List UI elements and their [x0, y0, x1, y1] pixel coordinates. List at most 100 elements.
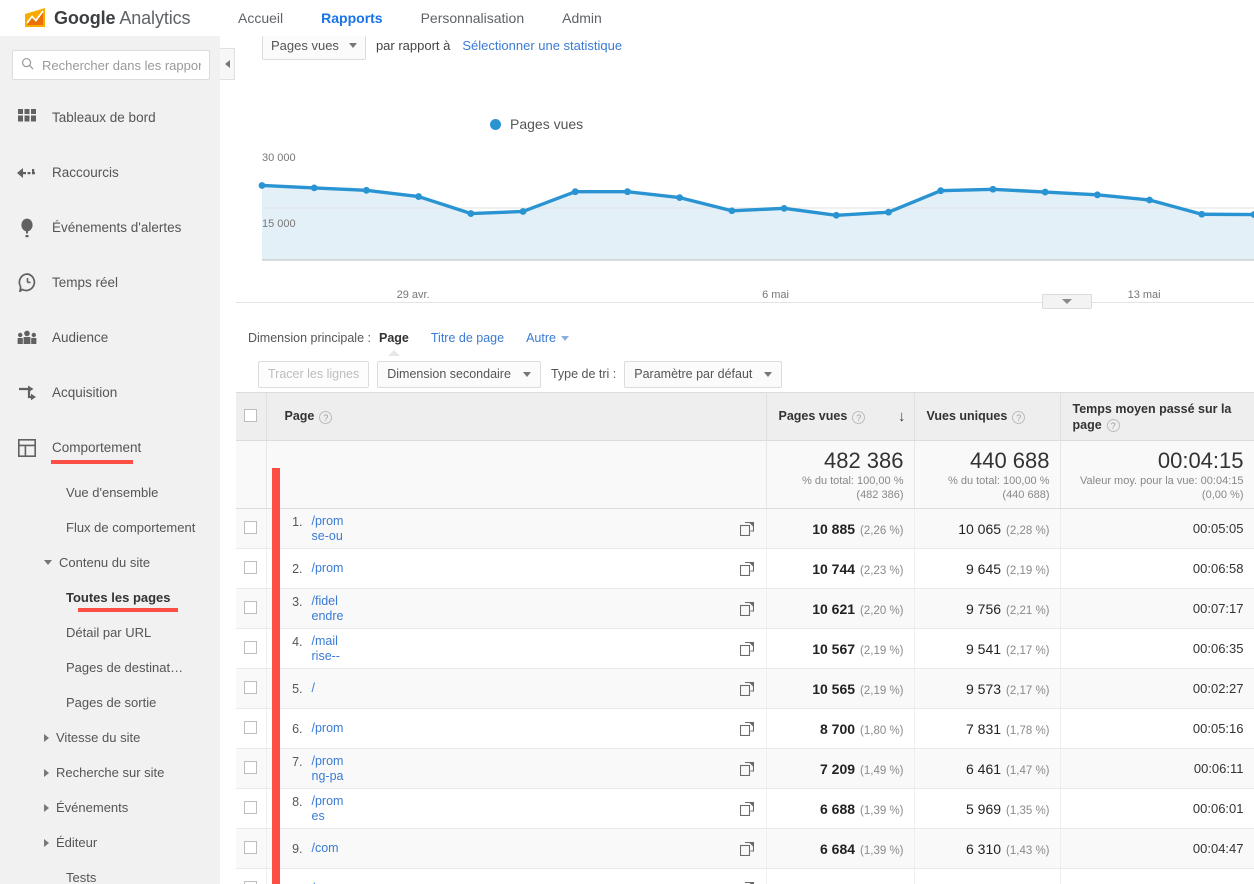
- table-row[interactable]: 2. /prom 10 744 (2,23 %) 9 645 (2,19 %) 00:06:…: [236, 548, 1254, 589]
- top-nav-accueil[interactable]: Accueil: [238, 10, 283, 26]
- help-icon[interactable]: ?: [319, 410, 333, 424]
- pages-table: Page? Pages vues? ↓ Vues uniques? Temps …: [236, 392, 1254, 884]
- row-page-url[interactable]: /prom es: [312, 794, 344, 824]
- top-nav-rapports[interactable]: Rapports: [321, 10, 382, 26]
- sidebar-subitem-recherche-sur-site[interactable]: Recherche sur site: [0, 755, 220, 790]
- sidebar-item-audience[interactable]: Audience: [0, 310, 220, 365]
- row-checkbox[interactable]: [244, 800, 258, 814]
- brand[interactable]: Google Analytics: [24, 7, 220, 29]
- brand-light: Analytics: [115, 7, 191, 28]
- sidebar-item-temps-reel[interactable]: Temps réel: [0, 255, 220, 310]
- sidebar-subitem-flux-de-comportement[interactable]: Flux de comportement: [0, 510, 220, 545]
- metric-select-button[interactable]: Pages vues: [262, 36, 366, 60]
- table-row[interactable]: 6. /prom 8 700 (1,80 %) 7 831 (1,78 %) 00:05:1…: [236, 708, 1254, 749]
- select-all-checkbox[interactable]: [244, 408, 258, 422]
- dimension-tab-autre[interactable]: Autre: [526, 331, 569, 345]
- row-checkbox[interactable]: [244, 840, 258, 854]
- help-icon[interactable]: ?: [1012, 410, 1026, 424]
- open-in-new-icon[interactable]: [739, 761, 754, 779]
- table-row[interactable]: 5. / 10 565 (2,19 %) 9 573 (2,17 %) 00:02:27: [236, 668, 1254, 709]
- table-row[interactable]: 4. /mail rise-- 10 567 (2,19 %) 9 541 (2,17 %)…: [236, 628, 1254, 669]
- sidebar-subitem-contenu-du-site[interactable]: Contenu du site: [0, 545, 220, 580]
- row-page-url[interactable]: /prom se-ou: [312, 514, 344, 544]
- sidebar-item-raccourcis[interactable]: Raccourcis: [0, 145, 220, 200]
- sidebar-item-evenements-alertes[interactable]: Événements d'alertes: [0, 200, 220, 255]
- row-page-url[interactable]: /prom: [312, 721, 344, 736]
- row-checkbox[interactable]: [244, 520, 258, 534]
- open-in-new-icon[interactable]: [739, 681, 754, 699]
- row-page-url[interactable]: /prom: [312, 561, 344, 576]
- summary-pageviews-value: 482 386: [823, 447, 904, 473]
- row-pageviews-pct: (1,39 %): [860, 844, 904, 857]
- sidebar-subitem-pages-de-sortie[interactable]: Pages de sortie: [0, 685, 220, 720]
- sort-desc-arrow-icon[interactable]: ↓: [898, 408, 906, 425]
- row-unique-value: 9 573: [965, 680, 1002, 697]
- sidebar-collapse-button[interactable]: [220, 48, 235, 80]
- row-pageviews-cell: 8 700 (1,80 %): [766, 708, 915, 749]
- caret-right-icon: [44, 768, 49, 777]
- sidebar-subitem-toutes-les-pages[interactable]: Toutes les pages: [0, 580, 220, 615]
- dimension-tab-page[interactable]: Page: [379, 331, 409, 356]
- help-icon[interactable]: ?: [1106, 418, 1120, 432]
- column-header-avg-time[interactable]: Temps moyen passé sur la page?: [1060, 392, 1254, 441]
- sidebar-subitem-evenements[interactable]: Événements: [0, 790, 220, 825]
- row-checkbox[interactable]: [244, 720, 258, 734]
- open-in-new-icon[interactable]: [739, 841, 754, 859]
- sidebar-subitem-detail-par-url[interactable]: Détail par URL: [0, 615, 220, 650]
- pageviews-chart[interactable]: 30 000 15 000 29 avr. 6 mai 13 mai: [236, 142, 1254, 302]
- row-unique-value: 10 065: [958, 520, 1002, 537]
- table-row[interactable]: 8. /prom es 6 688 (1,39 %) 5 969 (1,35 %) 00:06…: [236, 788, 1254, 829]
- chart-xtick-6-mai: 6 mai: [762, 289, 789, 301]
- sidebar-item-tableaux-de-bord[interactable]: Tableaux de bord: [0, 90, 220, 145]
- row-page-url[interactable]: /prom ng-pa: [312, 754, 344, 784]
- open-in-new-icon[interactable]: [739, 641, 754, 659]
- row-page-url[interactable]: /: [312, 681, 315, 696]
- search-input[interactable]: [40, 56, 203, 74]
- row-checkbox[interactable]: [244, 560, 258, 574]
- table-row[interactable]: 7. /prom ng-pa 7 209 (1,49 %) 6 461 (1,47 %) 00…: [236, 748, 1254, 789]
- row-checkbox[interactable]: [244, 600, 258, 614]
- row-pageviews-cell: 7 209 (1,49 %): [766, 748, 915, 789]
- column-header-pageviews[interactable]: Pages vues? ↓: [766, 392, 915, 441]
- plot-rows-button[interactable]: Tracer les lignes: [258, 360, 370, 388]
- row-checkbox[interactable]: [244, 760, 258, 774]
- caret-right-icon: [44, 803, 49, 812]
- open-in-new-icon[interactable]: [739, 521, 754, 539]
- row-checkbox[interactable]: [244, 880, 258, 884]
- column-header-page[interactable]: Page?: [266, 392, 767, 441]
- row-page-url[interactable]: /com: [312, 841, 339, 856]
- chart-collapse-button[interactable]: [1042, 294, 1092, 309]
- row-checkbox[interactable]: [244, 680, 258, 694]
- sidebar-subitem-editeur[interactable]: Éditeur: [0, 825, 220, 860]
- sidebar-subitem-tests[interactable]: Tests: [0, 860, 220, 884]
- legend-label: Pages vues: [510, 116, 584, 132]
- table-row[interactable]: 1. /prom se-ou 10 885 (2,26 %) 10 065 (2,28 %)…: [236, 508, 1254, 549]
- sidebar-item-comportement[interactable]: Comportement: [0, 420, 220, 475]
- select-statistic-link[interactable]: Sélectionner une statistique: [462, 38, 622, 53]
- top-nav-personnalisation[interactable]: Personnalisation: [421, 10, 525, 26]
- sidebar-subitem-vitesse-du-site[interactable]: Vitesse du site: [0, 720, 220, 755]
- open-in-new-icon[interactable]: [739, 721, 754, 739]
- help-icon[interactable]: ?: [852, 410, 866, 424]
- row-page-url[interactable]: /fidel endre: [312, 594, 344, 624]
- row-page-url[interactable]: /mail rise--: [312, 634, 340, 664]
- sort-type-button[interactable]: Paramètre par défaut: [624, 360, 783, 388]
- table-row[interactable]: 9. /com 6 684 (1,39 %) 6 310 (1,43 %) 00:04:47: [236, 828, 1254, 869]
- search-box[interactable]: [12, 50, 210, 80]
- sidebar-subitem-vue-densemble[interactable]: Vue d'ensemble: [0, 475, 220, 510]
- table-row[interactable]: 10./e-ma6 472(1,34 %)5 864(1,33 %)00:06:…: [236, 868, 1254, 884]
- top-nav-admin[interactable]: Admin: [562, 10, 602, 26]
- row-checkbox[interactable]: [244, 640, 258, 654]
- open-in-new-icon[interactable]: [739, 561, 754, 579]
- row-check-cell: [236, 628, 267, 669]
- column-header-unique-views[interactable]: Vues uniques?: [914, 392, 1061, 441]
- open-in-new-icon[interactable]: [739, 601, 754, 619]
- open-in-new-icon[interactable]: [739, 801, 754, 819]
- table-row[interactable]: 3. /fidel endre 10 621 (2,20 %) 9 756 (2,21 %)…: [236, 588, 1254, 629]
- dimension-tab-titre-de-page[interactable]: Titre de page: [431, 331, 504, 345]
- sidebar-search-wrap: [0, 36, 220, 80]
- sidebar-subitem-pages-de-destination[interactable]: Pages de destinat…: [0, 650, 220, 685]
- sidebar-item-acquisition[interactable]: Acquisition: [0, 365, 220, 420]
- primary-dimension-label: Dimension principale :: [248, 331, 371, 345]
- secondary-dimension-button[interactable]: Dimension secondaire: [377, 360, 541, 388]
